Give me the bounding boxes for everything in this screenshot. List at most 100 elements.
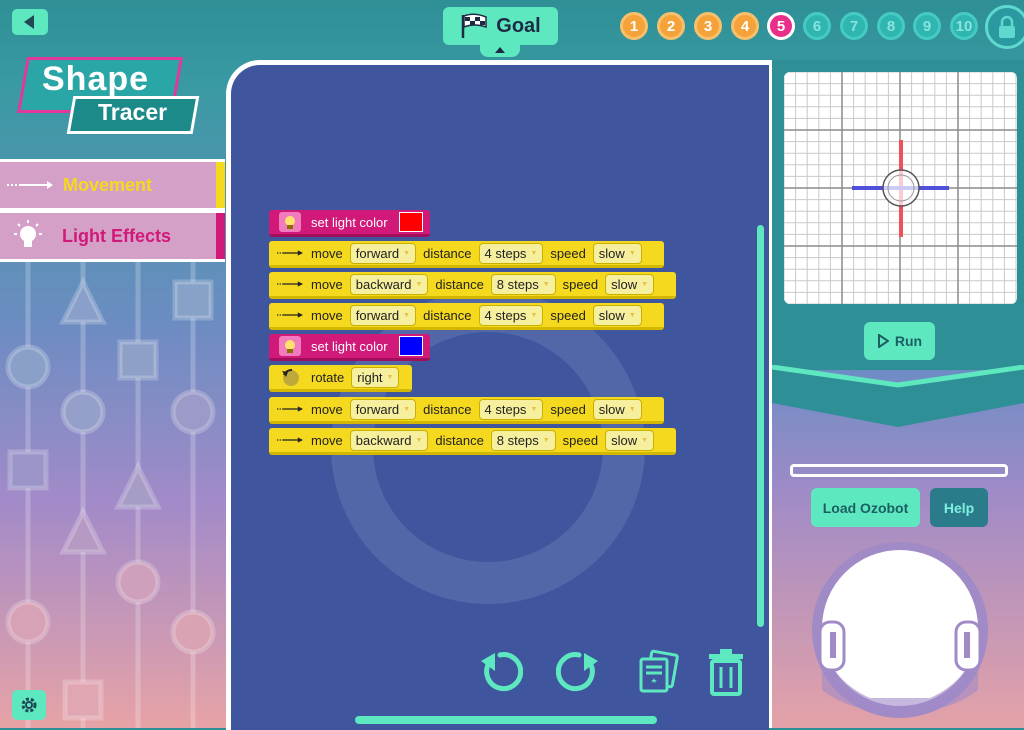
rotate-block[interactable]: rotate right ▼ — [269, 365, 412, 392]
speed-dropdown[interactable]: slow ▼ — [592, 398, 642, 420]
distance-label: distance — [423, 245, 472, 261]
goal-button[interactable]: Goal — [443, 7, 558, 45]
move-block[interactable]: move forward ▼ distance 4 steps ▼ speed slow ▼ — [269, 241, 664, 268]
level-7-button[interactable]: 7 — [840, 12, 868, 40]
speed-dropdown[interactable]: slow ▼ — [605, 273, 655, 295]
lightbulb-icon — [277, 212, 303, 232]
level-3-button[interactable]: 3 — [694, 12, 722, 40]
back-arrow-icon — [24, 15, 34, 29]
move-block[interactable]: move forward ▼ distance 4 steps ▼ speed slow ▼ — [269, 397, 664, 424]
rotate-direction-dropdown-value: right — [357, 369, 383, 385]
panel-chevron — [772, 365, 1024, 427]
set-light-color-block[interactable]: set light color — [269, 210, 430, 237]
direction-dropdown[interactable]: backward ▼ — [349, 429, 429, 451]
help-label: Help — [943, 499, 975, 516]
dropdown-arrow-icon: ▼ — [641, 280, 649, 288]
level-6-button[interactable]: 6 — [803, 12, 831, 40]
arrow-icon — [277, 399, 303, 419]
load-ozobot-button[interactable]: Load Ozobot — [811, 488, 920, 527]
move-label: move — [311, 276, 343, 292]
direction-dropdown[interactable]: forward ▼ — [349, 242, 417, 264]
speed-dropdown-value: slow — [611, 276, 638, 292]
set-light-color-block[interactable]: set light color — [269, 334, 430, 361]
block-label: set light color — [311, 338, 388, 354]
dropdown-arrow-icon: ▼ — [403, 311, 411, 319]
move-block[interactable]: move forward ▼ distance 4 steps ▼ speed slow ▼ — [269, 303, 664, 330]
color-swatch[interactable] — [398, 336, 423, 356]
speed-label: speed — [562, 276, 599, 292]
run-button[interactable]: Run — [864, 322, 935, 360]
delete-button[interactable] — [702, 648, 750, 696]
direction-dropdown[interactable]: forward ▼ — [349, 398, 417, 420]
path-preview — [784, 72, 1017, 304]
dropdown-arrow-icon: ▼ — [542, 436, 550, 444]
cards-button[interactable] — [634, 648, 682, 696]
dropdown-arrow-icon: ▼ — [403, 249, 411, 257]
rotate-icon — [277, 367, 303, 387]
level-8-button[interactable]: 8 — [877, 12, 905, 40]
settings-button[interactable] — [12, 690, 46, 720]
arrow-icon — [277, 243, 303, 263]
level-9-button[interactable]: 9 — [913, 12, 941, 40]
distance-dropdown[interactable]: 8 steps ▼ — [490, 429, 556, 451]
speed-label: speed — [550, 401, 586, 417]
distance-label: distance — [423, 401, 472, 417]
redo-icon — [556, 652, 598, 692]
arrow-icon — [277, 305, 303, 325]
undo-button[interactable] — [476, 648, 524, 696]
dropdown-arrow-icon: ▼ — [628, 249, 636, 257]
play-icon — [877, 334, 889, 348]
speed-dropdown[interactable]: slow ▼ — [592, 304, 642, 326]
dropdown-arrow-icon: ▼ — [628, 311, 636, 319]
rotate-direction-dropdown[interactable]: right ▼ — [351, 366, 400, 388]
dropdown-arrow-icon: ▼ — [415, 436, 423, 444]
code-workspace[interactable] — [226, 60, 769, 730]
redo-button[interactable] — [555, 648, 603, 696]
arrow-icon — [277, 274, 303, 294]
category-light-effects[interactable]: Light Effects — [0, 210, 225, 262]
goal-label: Goal — [496, 14, 541, 37]
load-progress-bar — [790, 464, 1008, 477]
distance-dropdown[interactable]: 4 steps ▼ — [478, 242, 544, 264]
move-block[interactable]: move backward ▼ distance 8 steps ▼ speed slow ▼ — [269, 428, 676, 455]
help-button[interactable]: Help — [930, 488, 988, 527]
vertical-scrollbar[interactable] — [757, 225, 764, 627]
distance-dropdown[interactable]: 8 steps ▼ — [490, 273, 556, 295]
back-button[interactable] — [12, 9, 48, 35]
logo-subtitle: Tracer — [98, 99, 168, 125]
direction-dropdown[interactable]: backward ▼ — [349, 273, 429, 295]
speed-dropdown[interactable]: slow ▼ — [605, 429, 655, 451]
cards-icon — [639, 649, 679, 693]
level-4-button[interactable]: 4 — [731, 12, 759, 40]
category-movement[interactable]: Movement — [0, 159, 225, 211]
gear-icon — [21, 697, 37, 713]
direction-dropdown[interactable]: forward ▼ — [349, 304, 417, 326]
level-10-button[interactable]: 10 — [950, 12, 978, 40]
speed-dropdown[interactable]: slow ▼ — [592, 242, 642, 264]
logo-title: Shape — [42, 60, 150, 98]
move-block[interactable]: move backward ▼ distance 8 steps ▼ speed slow ▼ — [269, 272, 676, 299]
color-swatch[interactable] — [398, 212, 423, 232]
distance-dropdown[interactable]: 4 steps ▼ — [478, 398, 544, 420]
distance-dropdown-value: 4 steps — [484, 401, 527, 417]
level-2-button[interactable]: 2 — [657, 12, 685, 40]
direction-dropdown-value: forward — [355, 307, 400, 323]
speed-dropdown-value: slow — [598, 307, 625, 323]
lock-icon — [999, 15, 1015, 38]
move-label: move — [311, 307, 343, 323]
speed-label: speed — [550, 245, 586, 261]
horizontal-scrollbar[interactable] — [355, 716, 657, 724]
move-label: move — [311, 432, 343, 448]
dropdown-arrow-icon: ▼ — [542, 280, 550, 288]
direction-dropdown-value: forward — [355, 245, 400, 261]
direction-dropdown-value: backward — [355, 432, 412, 448]
block-label: set light color — [311, 214, 388, 230]
level-1-button[interactable]: 1 — [620, 12, 648, 40]
speed-label: speed — [550, 307, 586, 323]
lightbulb-icon — [277, 336, 303, 356]
distance-dropdown[interactable]: 4 steps ▼ — [478, 304, 544, 326]
dropdown-arrow-icon: ▼ — [530, 311, 538, 319]
lightbulb-icon — [14, 220, 42, 247]
lock-button[interactable] — [985, 5, 1024, 49]
level-5-button[interactable]: 5 — [767, 12, 795, 40]
